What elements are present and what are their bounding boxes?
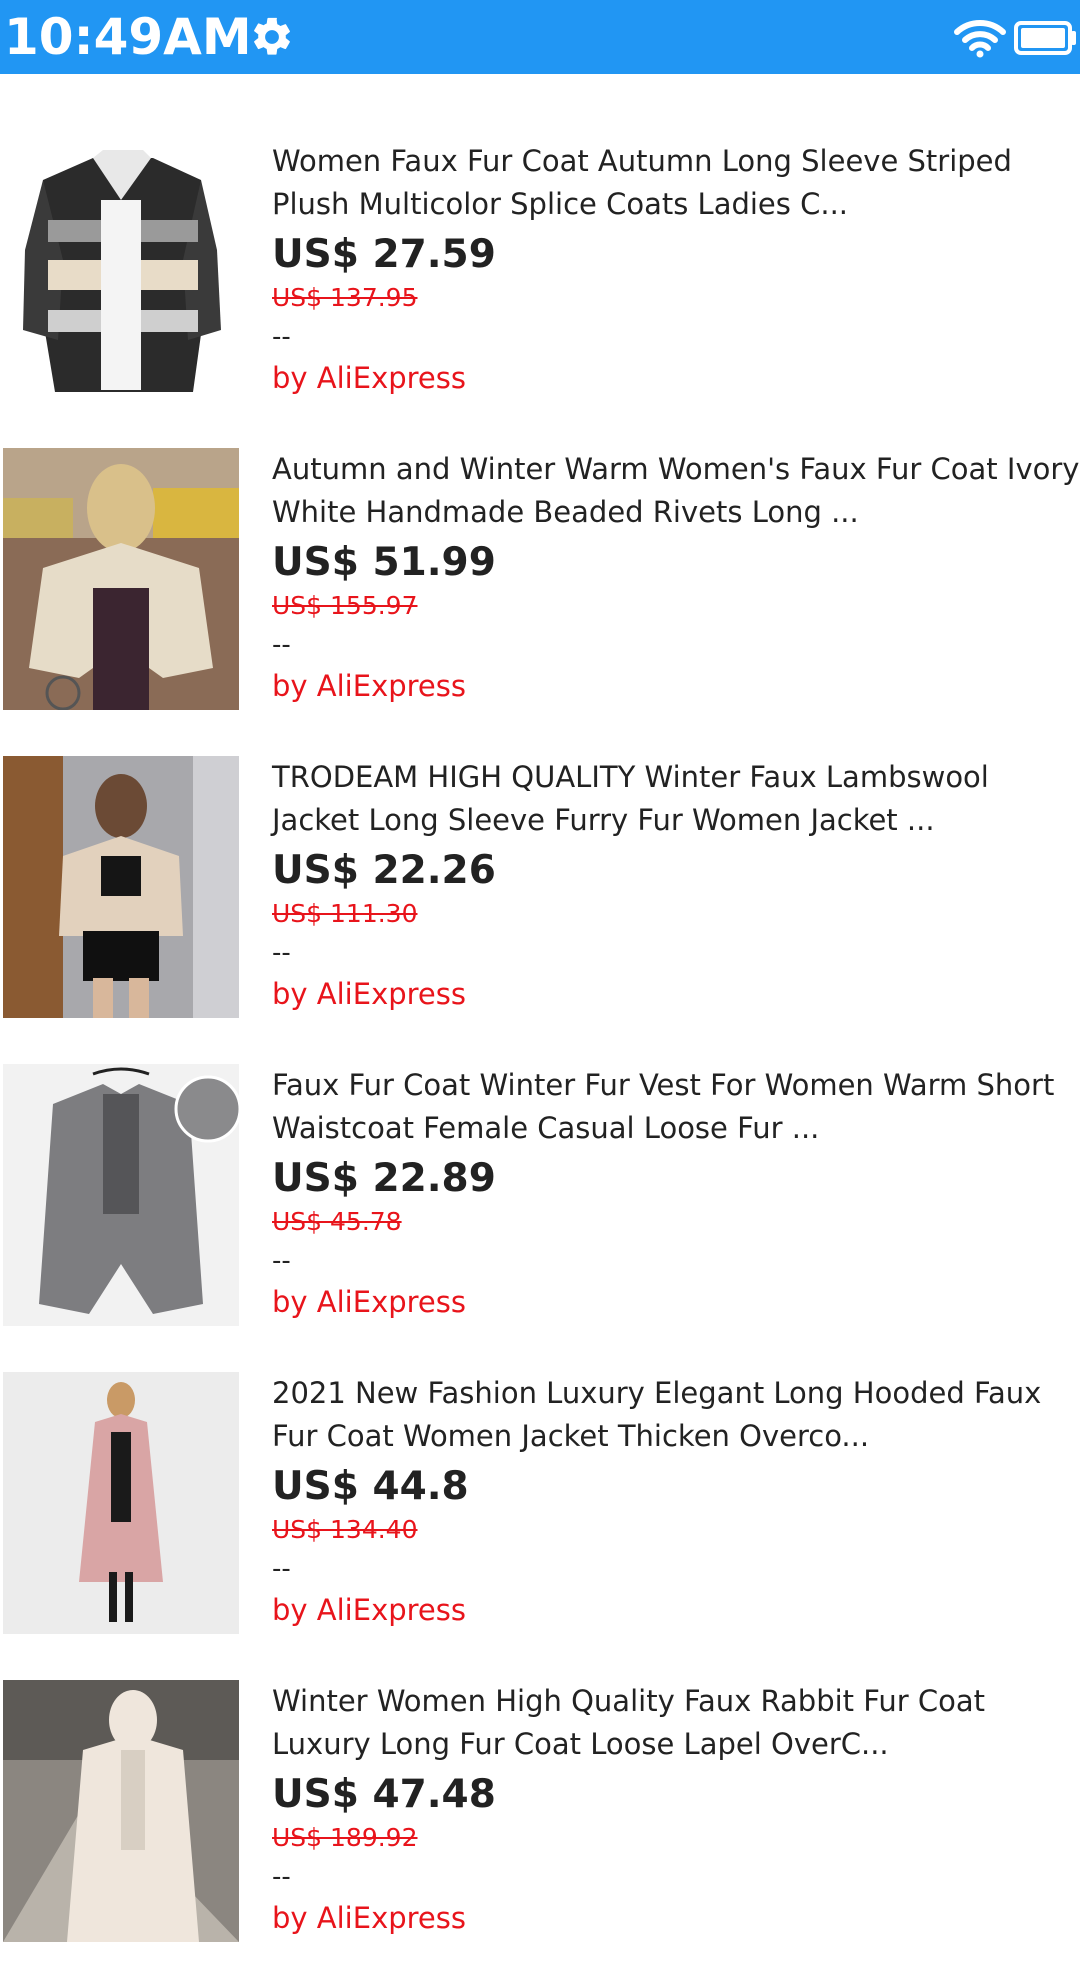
product-price: US$ 44.8 xyxy=(272,1464,469,1509)
product-title-line2[interactable]: Luxury Long Fur Coat Loose Lapel OverC..… xyxy=(272,1723,1080,1766)
product-price: US$ 51.99 xyxy=(272,540,496,585)
product-seller[interactable]: by AliExpress xyxy=(272,1590,1080,1630)
gear-icon xyxy=(254,17,290,55)
product-rating: -- xyxy=(272,322,291,352)
product-title[interactable]: Women Faux Fur Coat Autumn Long Sleeve S… xyxy=(272,140,1080,183)
list-item[interactable]: Women Faux Fur Coat Autumn Long Sleeve S… xyxy=(0,140,1080,440)
product-title[interactable]: Winter Women High Quality Faux Rabbit Fu… xyxy=(272,1680,1080,1723)
status-time: 10:49AM xyxy=(4,8,252,66)
product-original-price: US$ 155.97 xyxy=(272,591,418,620)
product-seller[interactable]: by AliExpress xyxy=(272,974,1080,1014)
product-title[interactable]: TRODEAM HIGH QUALITY Winter Faux Lambswo… xyxy=(272,756,1080,799)
product-seller[interactable]: by AliExpress xyxy=(272,358,1080,398)
battery-icon xyxy=(1014,21,1076,55)
wifi-icon xyxy=(954,20,1006,58)
product-image[interactable] xyxy=(3,1680,239,1942)
list-item[interactable]: Autumn and Winter Warm Women's Faux Fur … xyxy=(0,448,1080,748)
product-rating: -- xyxy=(272,1246,291,1276)
list-item[interactable]: TRODEAM HIGH QUALITY Winter Faux Lambswo… xyxy=(0,756,1080,1056)
product-image[interactable] xyxy=(3,140,239,402)
product-seller[interactable]: by AliExpress xyxy=(272,666,1080,706)
product-seller[interactable]: by AliExpress xyxy=(272,1898,1080,1938)
product-rating: -- xyxy=(272,1554,291,1584)
product-rating: -- xyxy=(272,1862,291,1892)
product-image[interactable] xyxy=(3,1372,239,1634)
product-title-line2[interactable]: Fur Coat Women Jacket Thicken Overco... xyxy=(272,1415,1080,1458)
list-item[interactable]: Winter Women High Quality Faux Rabbit Fu… xyxy=(0,1680,1080,1980)
product-rating: -- xyxy=(272,938,291,968)
product-image[interactable] xyxy=(3,448,239,710)
product-original-price: US$ 111.30 xyxy=(272,899,418,928)
status-bar: 10:49AM xyxy=(0,0,1080,74)
product-original-price: US$ 134.40 xyxy=(272,1515,418,1544)
product-title[interactable]: Faux Fur Coat Winter Fur Vest For Women … xyxy=(272,1064,1080,1107)
product-title-line2[interactable]: Jacket Long Sleeve Furry Fur Women Jacke… xyxy=(272,799,1080,842)
product-original-price: US$ 45.78 xyxy=(272,1207,402,1236)
product-original-price: US$ 137.95 xyxy=(272,283,418,312)
product-price: US$ 22.89 xyxy=(272,1156,496,1201)
list-item[interactable]: Faux Fur Coat Winter Fur Vest For Women … xyxy=(0,1064,1080,1364)
product-image[interactable] xyxy=(3,1064,239,1326)
product-image[interactable] xyxy=(3,756,239,1018)
product-title[interactable]: Autumn and Winter Warm Women's Faux Fur … xyxy=(272,448,1080,491)
list-item[interactable]: 2021 New Fashion Luxury Elegant Long Hoo… xyxy=(0,1372,1080,1672)
product-title-line2[interactable]: Plush Multicolor Splice Coats Ladies C..… xyxy=(272,183,1080,226)
product-title[interactable]: 2021 New Fashion Luxury Elegant Long Hoo… xyxy=(272,1372,1080,1415)
product-title-line2[interactable]: Waistcoat Female Casual Loose Fur ... xyxy=(272,1107,1080,1150)
product-title-line2[interactable]: White Handmade Beaded Rivets Long ... xyxy=(272,491,1080,534)
product-rating: -- xyxy=(272,630,291,660)
product-seller[interactable]: by AliExpress xyxy=(272,1282,1080,1322)
product-price: US$ 27.59 xyxy=(272,232,496,277)
product-price: US$ 47.48 xyxy=(272,1772,496,1817)
product-price: US$ 22.26 xyxy=(272,848,496,893)
product-original-price: US$ 189.92 xyxy=(272,1823,418,1852)
